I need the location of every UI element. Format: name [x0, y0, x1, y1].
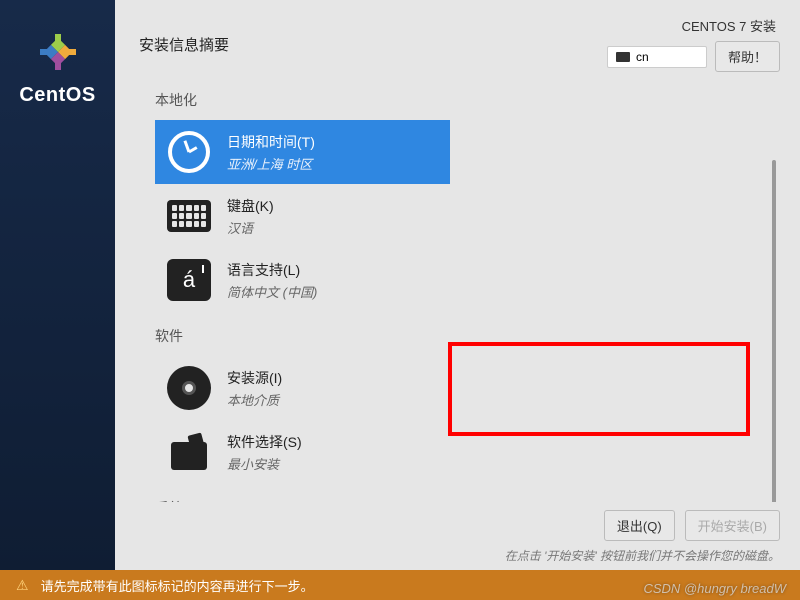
- section-system: 系统 安装位置(D) KDUMP: [155, 498, 780, 502]
- brand-text: CentOS: [19, 84, 95, 107]
- keyboard-icon: [167, 200, 211, 232]
- spoke-keyboard[interactable]: 键盘(K) 汉语: [155, 184, 450, 248]
- spoke-install-source[interactable]: 安装源(I) 本地介质: [155, 356, 450, 420]
- spoke-title: 语言支持(L): [227, 260, 317, 280]
- package-icon: [171, 434, 207, 470]
- footer: 退出(Q) 开始安装(B) 在点击 '开始安装' 按钮前我们并不会操作您的磁盘。: [115, 502, 800, 570]
- warning-text: 请先完成带有此图标标记的内容再进行下一步。: [41, 576, 314, 595]
- spoke-title: 键盘(K): [227, 196, 274, 216]
- language-icon: á: [167, 259, 211, 301]
- annotation-highlight: [448, 342, 750, 436]
- spoke-title: 安装源(I): [227, 368, 282, 388]
- page-title: 安装信息摘要: [139, 34, 229, 55]
- installer-subtitle: CENTOS 7 安装: [682, 16, 780, 35]
- section-localization: 本地化 日期和时间(T) 亚洲/上海 时区 键盘(K) 汉语: [155, 90, 780, 312]
- spoke-title: 日期和时间(T): [227, 132, 315, 152]
- centos-logo-icon: [34, 28, 82, 76]
- main-panel: 安装信息摘要 CENTOS 7 安装 cn 帮助！ 本地化: [115, 0, 800, 570]
- disc-icon: [167, 366, 211, 410]
- spoke-software-selection[interactable]: 软件选择(S) 最小安装: [155, 420, 450, 484]
- spoke-status: 汉语: [227, 218, 274, 237]
- spoke-datetime[interactable]: 日期和时间(T) 亚洲/上海 时区: [155, 120, 450, 184]
- begin-install-button[interactable]: 开始安装(B): [685, 510, 780, 541]
- content-area: 本地化 日期和时间(T) 亚洲/上海 时区 键盘(K) 汉语: [115, 80, 800, 502]
- spoke-title: 软件选择(S): [227, 432, 302, 452]
- quit-button[interactable]: 退出(Q): [604, 510, 675, 541]
- sidebar: CentOS: [0, 0, 115, 570]
- section-title: 本地化: [155, 90, 740, 110]
- scrollbar[interactable]: [772, 160, 776, 502]
- topbar: 安装信息摘要 CENTOS 7 安装 cn 帮助！: [115, 0, 800, 80]
- clock-icon: [168, 131, 210, 173]
- spoke-status: 亚洲/上海 时区: [227, 154, 315, 173]
- keyboard-layout-label: cn: [636, 50, 649, 64]
- section-software: 软件 安装源(I) 本地介质 软件选择(S) 最小安装: [155, 326, 780, 484]
- footer-hint: 在点击 '开始安装' 按钮前我们并不会操作您的磁盘。: [505, 547, 780, 564]
- spoke-language[interactable]: á 语言支持(L) 简体中文 (中国): [155, 248, 450, 312]
- spoke-status: 本地介质: [227, 390, 282, 409]
- logo: CentOS: [19, 28, 95, 107]
- section-title: 软件: [155, 326, 740, 346]
- help-button[interactable]: 帮助！: [715, 41, 780, 72]
- keyboard-layout-selector[interactable]: cn: [607, 46, 707, 68]
- watermark: CSDN @hungry breadW: [643, 581, 786, 596]
- spoke-status: 简体中文 (中国): [227, 282, 317, 301]
- spoke-status: 最小安装: [227, 454, 302, 473]
- section-title: 系统: [155, 498, 740, 502]
- keyboard-mini-icon: [616, 52, 630, 62]
- warning-icon: ⚠: [16, 577, 29, 594]
